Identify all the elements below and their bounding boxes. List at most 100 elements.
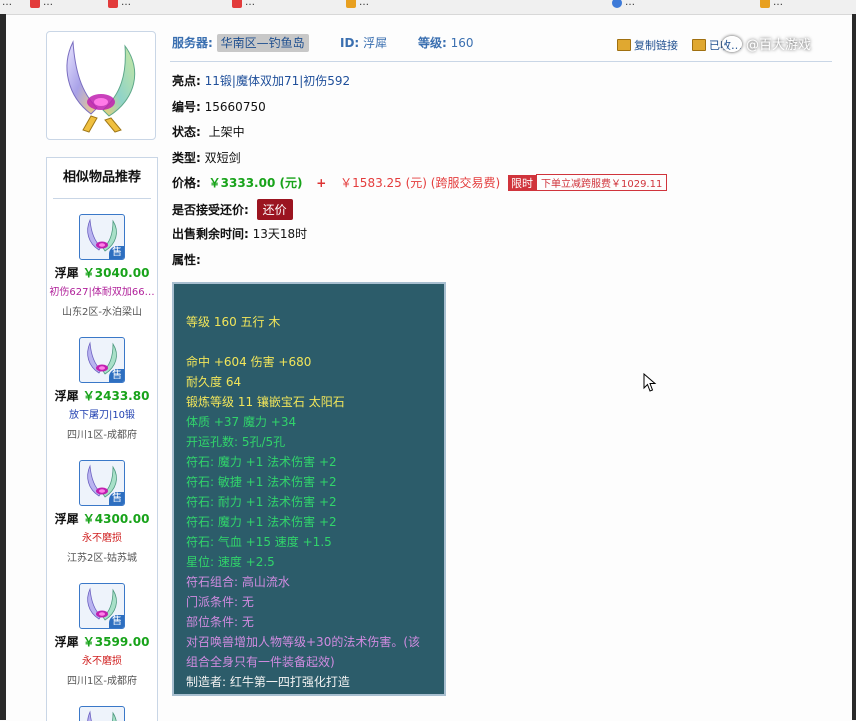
discount-badge: 下单立减跨服费￥1029.11 [535, 174, 668, 191]
similar-item-area: 山东2区-水泊梁山 [62, 307, 142, 318]
level-label: 等级: [418, 36, 447, 50]
bookmark-label: … [43, 0, 53, 8]
for-sale-badge: 售 [109, 492, 124, 505]
bookmark-icon [760, 0, 770, 8]
similar-item-area: 江苏2区-姑苏城 [67, 553, 137, 564]
bookmark-label: … [625, 0, 635, 8]
bookmark-item[interactable]: … [2, 0, 12, 8]
attribute-line: 门派条件: 无 [186, 595, 254, 609]
status-label: 状态: [172, 125, 201, 139]
similar-item-image[interactable]: 售 [79, 460, 125, 506]
id-value: 浮犀 [363, 36, 388, 50]
watermark-logo-icon [722, 35, 742, 52]
watermark: @百大游戏 [722, 34, 811, 53]
similar-item-highlight: 永不磨损 [82, 533, 122, 544]
level-field: 等级: 160 [418, 34, 474, 51]
number-label: 编号: [172, 100, 201, 114]
bookmark-icon [612, 0, 622, 8]
attribute-line: 组合全身只有一件装备起效) [186, 655, 335, 669]
window-edge [852, 14, 856, 720]
bookmark-item[interactable]: … [612, 0, 635, 8]
similar-item-highlight: 初伤627|体耐双加66… [49, 287, 155, 298]
attribute-line: 开运孔数: 5孔/5孔 [186, 435, 286, 449]
similar-item-highlight: 放下屠刀|10锻 [68, 410, 136, 421]
attribute-line: 体质 +37 魔力 +34 [186, 415, 297, 429]
similar-item-image[interactable]: 售 [79, 214, 125, 260]
mouse-cursor-icon [643, 373, 657, 392]
attribute-line [186, 332, 432, 352]
similar-item-card[interactable]: 售浮犀 ￥2433.80 放下屠刀|10锻 四川1区-成都府 [47, 337, 157, 452]
attribute-line: 耐久度 64 [186, 375, 242, 389]
for-sale-badge: 售 [109, 369, 124, 382]
similar-item-image[interactable] [79, 706, 125, 721]
attribute-line: 等级 160 五行 木 [186, 315, 281, 329]
for-sale-badge: 售 [109, 615, 124, 628]
highlight-label: 亮点: [172, 74, 201, 88]
bookmark-item[interactable]: … [346, 0, 369, 8]
similar-item-price: ￥3040.00 [82, 266, 150, 280]
status-value: 上架中 [208, 125, 245, 139]
bargain-row: 是否接受还价: 还价 [172, 199, 293, 220]
attributes-label: 属性: [172, 253, 201, 267]
similar-item-card[interactable]: 售浮犀 ￥4300.00 永不磨损江苏2区-姑苏城 [47, 460, 157, 575]
server-field: 服务器: 华南区—钓鱼岛 [172, 34, 309, 52]
server-value[interactable]: 华南区—钓鱼岛 [216, 34, 309, 52]
bookmark-item[interactable]: … [232, 0, 255, 8]
attribute-line: 符石: 魔力 +1 法术伤害 +2 [186, 455, 337, 469]
type-label: 类型: [172, 151, 201, 165]
twin-sword-icon [66, 40, 136, 133]
bookmark-label: … [2, 0, 12, 8]
price-row: 价格: ￥3333.00 (元) + ￥1583.25 (元) (跨服交易费) … [172, 174, 668, 191]
window-edge [0, 14, 6, 720]
bookmark-item[interactable]: … [108, 0, 131, 8]
similar-item-image[interactable]: 售 [79, 583, 125, 629]
attribute-line: 符石: 耐力 +1 法术伤害 +2 [186, 495, 337, 509]
attribute-line: 符石: 魔力 +1 法术伤害 +2 [186, 515, 337, 529]
similar-item-price: ￥3599.00 [82, 635, 150, 649]
id-field: ID: 浮犀 [340, 34, 387, 51]
similar-item-highlight: 永不磨损 [82, 656, 122, 667]
server-label: 服务器: [172, 36, 213, 50]
similar-item-price-row: 浮犀 ￥3599.00 [47, 633, 157, 650]
attribute-line: 锻炼等级 11 镶嵌宝石 太阳石 [186, 395, 345, 409]
copy-link-button[interactable]: 复制链接 [617, 37, 678, 53]
price-label: 价格: [172, 176, 201, 190]
bookmark-icon [232, 0, 242, 8]
bookmark-icon [108, 0, 118, 8]
copy-icon [617, 39, 631, 51]
limited-time-badge: 限时 [507, 175, 536, 191]
number-value: 15660750 [204, 100, 266, 114]
type-row: 类型: 双短剑 [172, 149, 241, 166]
bargain-button[interactable]: 还价 [256, 199, 293, 220]
similar-item-area: 四川1区-成都府 [67, 676, 137, 687]
bookmark-item[interactable]: … [760, 0, 783, 8]
similar-item-server: 浮犀 [54, 635, 79, 649]
highlight-row: 亮点: 11锻|魔体双加71|初伤592 [172, 72, 350, 89]
type-value: 双短剑 [204, 151, 241, 165]
bookmark-label: … [245, 0, 255, 8]
copy-link-label: 复制链接 [634, 39, 678, 52]
fee-value: ￥1583.25 (元) (跨服交易费) [340, 176, 501, 190]
item-image [46, 31, 156, 140]
bookmark-label: … [359, 0, 369, 8]
bookmark-bar: … … … … … … … [0, 0, 856, 15]
remaining-time-row: 出售剩余时间: 13天18时 [172, 225, 307, 242]
similar-item-area: 四川1区-成都府 [67, 430, 137, 441]
sidebar-title: 相似物品推荐 [53, 158, 151, 199]
bookmark-label: … [773, 0, 783, 8]
bookmark-item[interactable]: … [30, 0, 53, 8]
similar-item-price-row: 浮犀 ￥4300.00 [47, 510, 157, 527]
header-divider [170, 61, 832, 62]
similar-item-card[interactable]: 售浮犀 ￥3599.00 永不磨损四川1区-成都府 [47, 583, 157, 698]
bookmark-label: … [121, 0, 131, 8]
similar-item-price-row: 浮犀 ￥2433.80 [47, 387, 157, 404]
attribute-line: 命中 +604 伤害 +680 [186, 355, 312, 369]
watermark-text: @百大游戏 [746, 38, 812, 53]
attribute-line: 符石组合: 高山流水 [186, 575, 290, 589]
attribute-line: 部位条件: 无 [186, 615, 254, 629]
similar-item-card[interactable]: 售浮犀 ￥3040.00 初伤627|体耐双加66… 山东2区-水泊梁山 [47, 214, 157, 329]
price-plus: + [316, 176, 327, 190]
similar-item-image[interactable]: 售 [79, 337, 125, 383]
bargain-label: 是否接受还价: [172, 203, 249, 217]
number-row: 编号: 15660750 [172, 98, 266, 115]
